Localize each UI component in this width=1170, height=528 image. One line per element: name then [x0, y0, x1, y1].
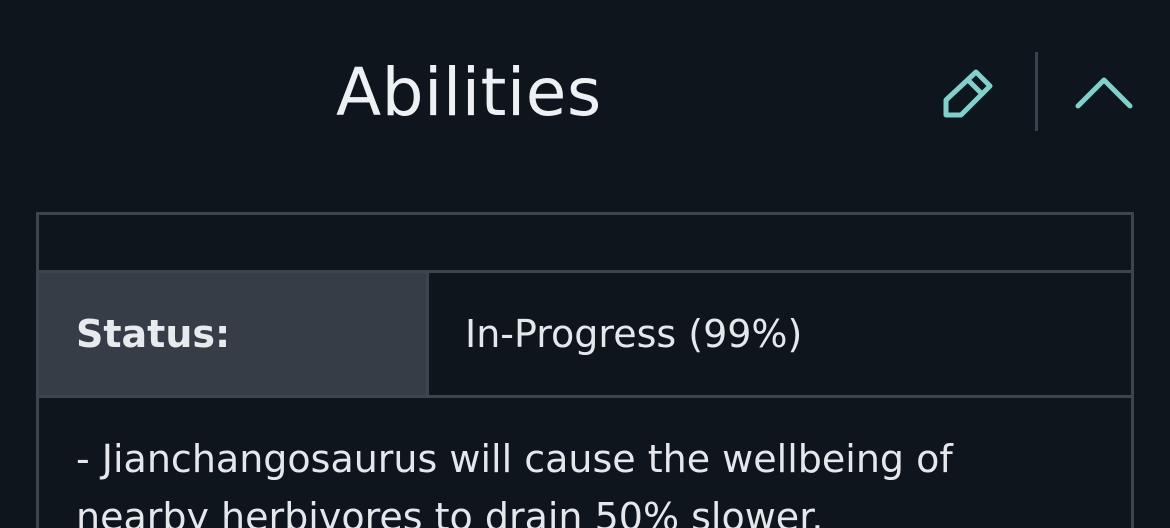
table-header-row [39, 215, 1131, 273]
status-value: In-Progress (99%) [465, 312, 803, 356]
collapse-button[interactable] [1066, 62, 1142, 122]
status-value-cell: In-Progress (99%) [429, 273, 1131, 395]
pencil-icon [943, 69, 993, 118]
edit-button[interactable] [930, 60, 1006, 126]
section-header: Abilities [0, 0, 1170, 190]
description-row: - Jianchangosaurus will cause the wellbe… [39, 398, 1131, 528]
status-row: Status: In-Progress (99%) [39, 273, 1131, 398]
ability-description: - Jianchangosaurus will cause the wellbe… [76, 437, 953, 528]
status-label-cell: Status: [39, 273, 429, 395]
section-title: Abilities [336, 54, 602, 131]
abilities-table: Status: In-Progress (99%) - Jianchangosa… [36, 212, 1134, 528]
status-label: Status: [76, 312, 231, 356]
chevron-up-icon [1075, 77, 1133, 109]
header-divider [1035, 52, 1038, 131]
